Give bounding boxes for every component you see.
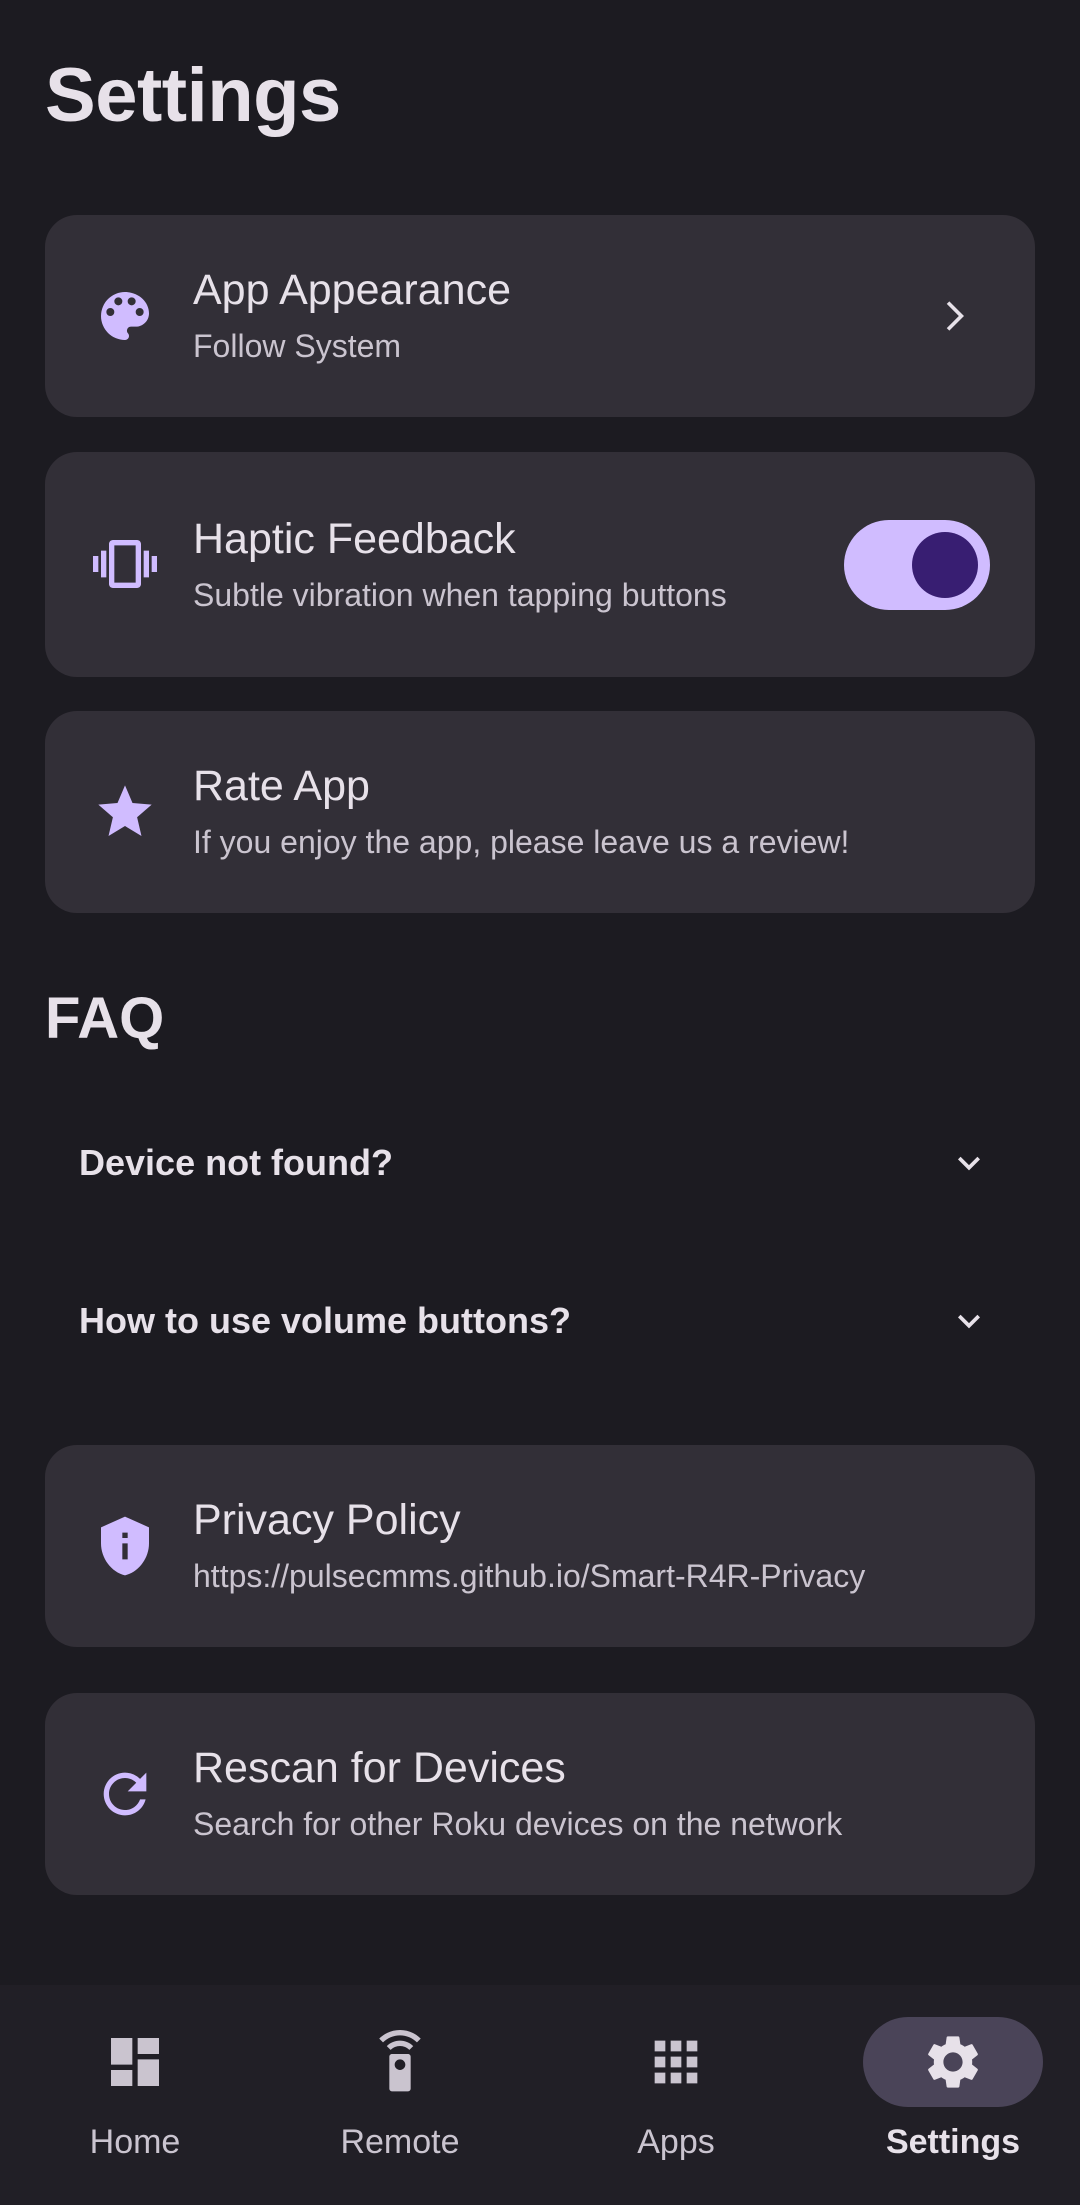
shield-info-icon — [93, 1514, 157, 1578]
rate-app-title: Rate App — [193, 762, 370, 810]
bottom-navigation: Home Remote Apps Settings — [0, 1985, 1080, 2205]
faq-question: Device not found? — [79, 1142, 393, 1183]
faq-item-device-not-found[interactable]: Device not found? — [45, 1108, 1035, 1218]
nav-item-remote[interactable]: Remote — [265, 1985, 535, 2205]
refresh-icon — [93, 1762, 157, 1826]
app-appearance-card[interactable]: App Appearance Follow System — [45, 215, 1035, 417]
nav-item-apps[interactable]: Apps — [541, 1985, 811, 2205]
nav-item-settings[interactable]: Settings — [818, 1985, 1080, 2205]
gear-icon — [921, 2030, 985, 2094]
apps-grid-icon — [644, 2030, 708, 2094]
dashboard-icon — [103, 2030, 167, 2094]
faq-question: How to use volume buttons? — [79, 1300, 571, 1341]
haptic-feedback-card: Haptic Feedback Subtle vibration when ta… — [45, 452, 1035, 677]
nav-item-home[interactable]: Home — [0, 1985, 270, 2205]
nav-label: Apps — [637, 2123, 715, 2161]
app-appearance-title: App Appearance — [193, 266, 511, 314]
chevron-right-icon — [946, 301, 964, 331]
settings-screen: Settings App Appearance Follow System Ha… — [0, 0, 1080, 2205]
remote-icon — [368, 2030, 432, 2094]
faq-section-title: FAQ — [45, 986, 165, 1051]
vibration-icon — [93, 532, 157, 596]
nav-label: Home — [89, 2123, 181, 2161]
haptic-feedback-subtitle: Subtle vibration when tapping buttons — [193, 576, 727, 613]
app-appearance-value: Follow System — [193, 327, 402, 364]
nav-label: Remote — [340, 2123, 460, 2161]
privacy-policy-card[interactable]: Privacy Policy https://pulsecmms.github.… — [45, 1445, 1035, 1647]
palette-icon — [93, 284, 157, 348]
chevron-down-icon — [958, 1314, 980, 1329]
privacy-policy-title: Privacy Policy — [193, 1496, 461, 1544]
privacy-policy-url: https://pulsecmms.github.io/Smart-R4R-Pr… — [193, 1557, 866, 1594]
rate-app-subtitle: If you enjoy the app, please leave us a … — [193, 823, 850, 860]
page-title: Settings — [45, 53, 341, 138]
rate-app-card[interactable]: Rate App If you enjoy the app, please le… — [45, 711, 1035, 913]
toggle-knob — [912, 531, 978, 598]
rescan-devices-title: Rescan for Devices — [193, 1744, 566, 1792]
star-icon — [93, 780, 157, 844]
rescan-devices-card[interactable]: Rescan for Devices Search for other Roku… — [45, 1693, 1035, 1895]
chevron-down-icon — [958, 1156, 980, 1171]
nav-label: Settings — [885, 2123, 1021, 2161]
rescan-devices-subtitle: Search for other Roku devices on the net… — [193, 1805, 843, 1842]
haptic-feedback-toggle[interactable] — [844, 519, 990, 610]
faq-item-volume-buttons[interactable]: How to use volume buttons? — [45, 1266, 1035, 1376]
haptic-feedback-title: Haptic Feedback — [193, 515, 516, 563]
